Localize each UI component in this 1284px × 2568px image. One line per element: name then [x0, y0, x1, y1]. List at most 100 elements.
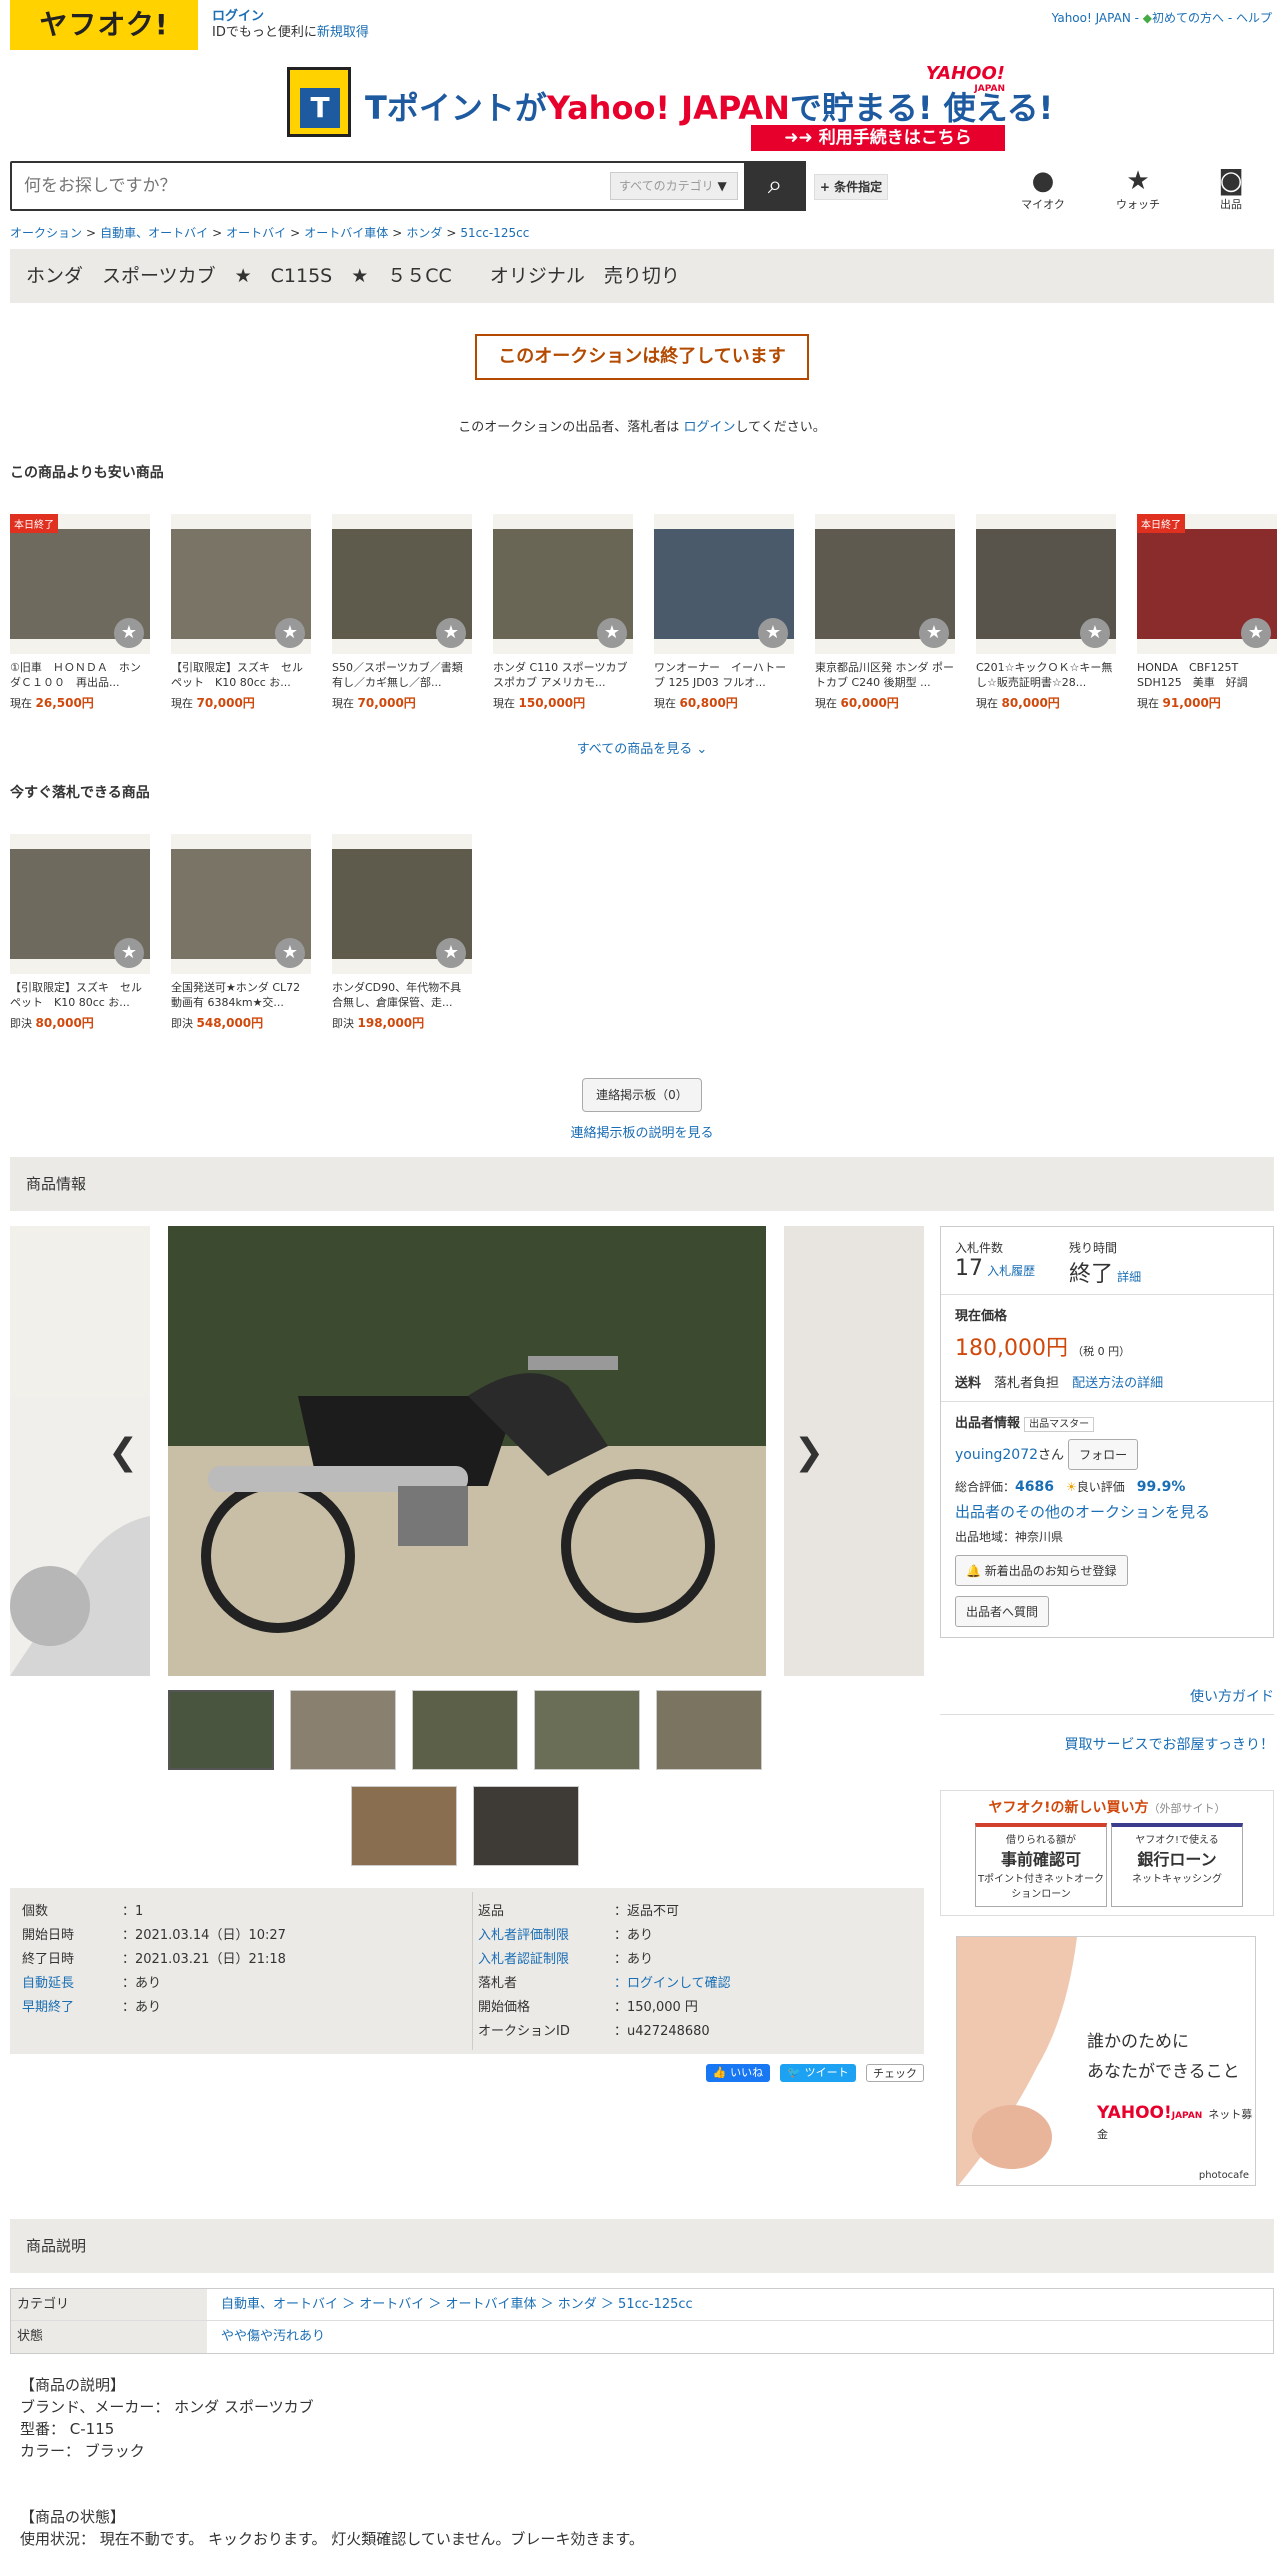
item-card[interactable]: ★ 【引取限定】スズキ セルペット K10 80cc お... 即決 80,000円: [10, 834, 150, 1031]
seller-other-auctions-link[interactable]: 出品者のその他のオークションを見る: [955, 1501, 1259, 1522]
gallery-thumb[interactable]: [473, 1786, 579, 1866]
main-product-image[interactable]: [168, 1226, 766, 1676]
watch-star-icon[interactable]: ★: [1080, 618, 1110, 648]
condition-button[interactable]: + 条件指定: [814, 174, 888, 200]
charity-ad[interactable]: 誰かのために あなたができること YAHOO!JAPAN ネット募金 photoc…: [956, 1936, 1256, 2187]
guide-link[interactable]: 使い方ガイド: [1190, 1686, 1274, 1706]
gallery-thumb[interactable]: [290, 1690, 396, 1770]
message-board-button[interactable]: 連絡掲示板（0）: [582, 1078, 702, 1112]
remain-detail-link[interactable]: 詳細: [1117, 1270, 1141, 1284]
watch-star-icon[interactable]: ★: [758, 618, 788, 648]
seller-name-link[interactable]: youing2072: [955, 1447, 1038, 1463]
yahoo-japan-link[interactable]: Yahoo! JAPAN: [1052, 11, 1131, 25]
nav-watch[interactable]: ★ ウォッチ: [1108, 166, 1168, 212]
watch-star-icon[interactable]: ★: [597, 618, 627, 648]
search-input[interactable]: [12, 163, 602, 209]
category-select[interactable]: すべてのカテゴリ ▼: [610, 172, 738, 200]
gallery-thumb[interactable]: [534, 1690, 640, 1770]
search-button[interactable]: ⌕: [744, 161, 806, 211]
tpoint-banner[interactable]: T TポイントがYahoo! JAPANで貯まる! 使える! YAHOO! JAP…: [287, 63, 1053, 151]
item-title[interactable]: 【引取限定】スズキ セルペット K10 80cc お...: [10, 980, 150, 1010]
gallery-next-arrow[interactable]: ❯: [794, 1432, 824, 1473]
yafuoku-logo[interactable]: ヤフオク!: [10, 0, 198, 50]
info-key[interactable]: 入札者評価制限: [478, 1924, 569, 1943]
follow-button[interactable]: フォロー: [1068, 1439, 1139, 1470]
info-key[interactable]: 自動延長: [22, 1972, 74, 1991]
message-board-help-link[interactable]: 連絡掲示板の説明を見る: [0, 1122, 1284, 1141]
item-card[interactable]: ★ ホンダCD90、年代物不具合無し、倉庫保管、走... 即決 198,000円: [332, 834, 472, 1031]
nav-sell[interactable]: ◙ 出品: [1201, 166, 1261, 212]
item-title[interactable]: ワンオーナー イーハトーブ 125 JD03 フルオ...: [654, 660, 794, 690]
shipping-detail-link[interactable]: 配送方法の詳細: [1072, 1376, 1163, 1391]
item-title[interactable]: HONDA CBF125T SDH125 美車 好調 走...: [1137, 660, 1277, 690]
item-title[interactable]: 東京都品川区発 ホンダ ポートカブ C240 後期型 ...: [815, 660, 955, 690]
bank-loan-card[interactable]: ヤフオク!で使える 銀行ローン ネットキャッシング: [1111, 1823, 1243, 1907]
item-card[interactable]: ★ 【引取限定】スズキ セルペット K10 80cc お... 現在 70,000円: [171, 514, 311, 711]
desc-condition-value[interactable]: やや傷や汚れあり: [221, 2321, 325, 2353]
item-image[interactable]: ★: [332, 514, 472, 654]
item-card[interactable]: ★ ホンダ C110 スポーツカブ スポカブ アメリカモ... 現在 150,000…: [493, 514, 633, 711]
item-image[interactable]: 本日終了 ★: [1137, 514, 1277, 654]
gallery-thumb[interactable]: [351, 1786, 457, 1866]
item-image[interactable]: ★: [654, 514, 794, 654]
item-image[interactable]: ★: [815, 514, 955, 654]
help-link[interactable]: ヘルプ: [1236, 11, 1272, 25]
item-image[interactable]: ★: [976, 514, 1116, 654]
facebook-like-button[interactable]: 👍 いいね: [706, 2064, 770, 2082]
item-image[interactable]: ★: [171, 514, 311, 654]
login-link[interactable]: ログイン: [212, 9, 369, 25]
login-message-link[interactable]: ログイン: [683, 420, 735, 435]
item-image[interactable]: ★: [332, 834, 472, 974]
info-key[interactable]: 入札者認証制限: [478, 1948, 569, 1967]
info-value[interactable]: ：ログインして確認: [614, 1972, 731, 1991]
watch-star-icon[interactable]: ★: [436, 618, 466, 648]
notify-button[interactable]: 🔔 新着出品のお知らせ登録: [955, 1555, 1128, 1586]
item-title[interactable]: ①旧車 ＨＯＮＤＡ ホンダＣ１００ 再出品...: [10, 660, 150, 690]
item-card[interactable]: ★ 全国発送可★ホンダ CL72 動画有 6384km★交... 即決 548,00…: [171, 834, 311, 1031]
crumb-auction[interactable]: オークション: [10, 226, 82, 240]
item-image[interactable]: ★: [493, 514, 633, 654]
item-card[interactable]: ★ S50／スポーツカブ／書類有し／カギ無し／部... 現在 70,000円: [332, 514, 472, 711]
first-time-link[interactable]: 初めての方へ: [1152, 11, 1224, 25]
info-key[interactable]: 早期終了: [22, 1996, 74, 2015]
register-link[interactable]: 新規取得: [317, 25, 369, 40]
item-title[interactable]: ホンダ C110 スポーツカブ スポカブ アメリカモ...: [493, 660, 633, 690]
watch-star-icon[interactable]: ★: [114, 618, 144, 648]
desc-category-value[interactable]: 自動車、オートバイ ＞ オートバイ ＞ オートバイ車体 ＞ ホンダ ＞ 51cc…: [221, 2289, 693, 2321]
see-all-link[interactable]: すべての商品を見る ⌄: [0, 738, 1284, 757]
item-card[interactable]: 本日終了 ★ HONDA CBF125T SDH125 美車 好調 走... 現在 9…: [1137, 514, 1277, 711]
buy-service-link[interactable]: 買取サービスでお部屋すっきり！: [1065, 1734, 1274, 1754]
item-image[interactable]: ★: [10, 834, 150, 974]
item-title[interactable]: ホンダCD90、年代物不具合無し、倉庫保管、走...: [332, 980, 472, 1010]
crumb-honda[interactable]: ホンダ: [406, 226, 442, 240]
gallery-thumb[interactable]: [412, 1690, 518, 1770]
seller-rating-link[interactable]: 4686: [1015, 1479, 1054, 1495]
item-card[interactable]: ★ C201☆キックＯＫ☆キー無し☆販売証明書☆28... 現在 80,000円: [976, 514, 1116, 711]
item-card[interactable]: ★ 東京都品川区発 ホンダ ポートカブ C240 後期型 ... 現在 60,000…: [815, 514, 955, 711]
crumb-51-125[interactable]: 51cc-125cc: [460, 226, 529, 240]
nav-myauction[interactable]: ● マイオク: [1013, 166, 1073, 212]
banner-signup-button[interactable]: ➜➜ 利用手続きはこちら: [751, 125, 1005, 151]
watch-star-icon[interactable]: ★: [1241, 618, 1271, 648]
item-image[interactable]: 本日終了 ★: [10, 514, 150, 654]
item-card[interactable]: 本日終了 ★ ①旧車 ＨＯＮＤＡ ホンダＣ１００ 再出品... 現在 26,500円: [10, 514, 150, 711]
watch-star-icon[interactable]: ★: [275, 938, 305, 968]
item-card[interactable]: ★ ワンオーナー イーハトーブ 125 JD03 フルオ... 現在 60,800円: [654, 514, 794, 711]
crumb-car-bike[interactable]: 自動車、オートバイ: [100, 226, 208, 240]
watch-star-icon[interactable]: ★: [114, 938, 144, 968]
item-title[interactable]: 全国発送可★ホンダ CL72 動画有 6384km★交...: [171, 980, 311, 1010]
prescreen-loan-card[interactable]: 借りられる額が 事前確認可 Tポイント付きネットオークションローン: [975, 1823, 1107, 1907]
item-title[interactable]: C201☆キックＯＫ☆キー無し☆販売証明書☆28...: [976, 660, 1116, 690]
crumb-bike-body[interactable]: オートバイ車体: [304, 226, 388, 240]
watch-star-icon[interactable]: ★: [436, 938, 466, 968]
item-title[interactable]: 【引取限定】スズキ セルペット K10 80cc お...: [171, 660, 311, 690]
gallery-thumb[interactable]: [168, 1690, 274, 1770]
bid-history-link[interactable]: 入札履歴: [987, 1264, 1035, 1278]
tweet-button[interactable]: 🐦 ツイート: [780, 2064, 856, 2082]
good-rating[interactable]: 99.9%: [1137, 1479, 1186, 1495]
item-image[interactable]: ★: [171, 834, 311, 974]
watch-star-icon[interactable]: ★: [275, 618, 305, 648]
ask-seller-button[interactable]: 出品者へ質問: [955, 1596, 1050, 1627]
gallery-thumb[interactable]: [656, 1690, 762, 1770]
watch-star-icon[interactable]: ★: [919, 618, 949, 648]
